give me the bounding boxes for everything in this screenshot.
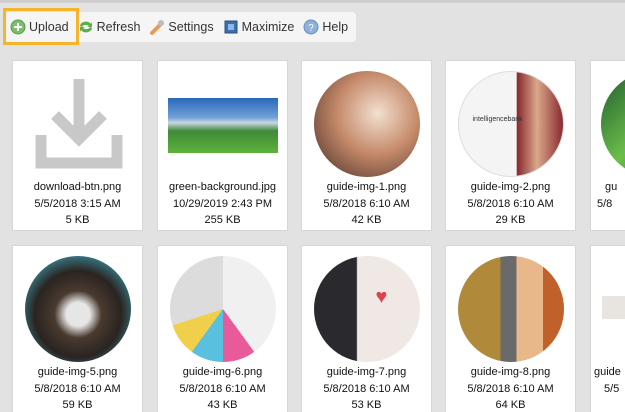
file-tile[interactable]: guide-img-6.png 5/8/2018 6:10 AM 43 KB	[157, 245, 288, 412]
file-tile[interactable]: guide-img-8.png 5/8/2018 6:10 AM 64 KB	[445, 245, 576, 412]
help-label: Help	[322, 20, 349, 34]
heart-balloon: ♥	[375, 286, 388, 308]
photo-thumbnail	[24, 256, 131, 362]
file-tile[interactable]: intelligencebank guide-img-2.png 5/8/2018…	[445, 60, 576, 231]
file-date: 5/8/2018 6:10 AM	[467, 197, 554, 210]
file-name: gu	[605, 181, 618, 193]
photo-thumbnail	[602, 296, 625, 319]
file-tile[interactable]: green-background.jpg 10/29/2019 2:43 PM 25…	[157, 60, 288, 231]
landscape-thumbnail	[168, 98, 278, 153]
logo: intelligencebank	[472, 116, 523, 123]
file-grid: download-btn.png 5/5/2018 3:15 AM 5 KB gre…	[0, 48, 625, 412]
file-date: 5/5	[604, 382, 620, 395]
help-button[interactable]: ? Help	[303, 19, 348, 35]
file-date: 5/8/2018 6:10 AM	[323, 382, 410, 395]
maximize-icon	[223, 19, 239, 35]
maximize-button[interactable]: Maximize	[223, 19, 295, 35]
settings-button[interactable]: Settings	[149, 19, 214, 35]
file-size: 59 KB	[62, 399, 93, 411]
file-name: green-background.jpg	[168, 181, 277, 193]
file-size: 255 KB	[204, 214, 241, 226]
photo-thumbnail	[601, 71, 625, 177]
file-date: 5/8/2018 6:10 AM	[323, 197, 410, 210]
file-tile[interactable]: download-btn.png 5/5/2018 3:15 AM 5 KB	[12, 60, 143, 231]
file-date: 5/8/2018 6:10 AM	[179, 382, 266, 395]
file-name: guide-img-2.png	[470, 181, 551, 193]
file-tile[interactable]: guide 5/5	[590, 245, 625, 412]
file-size: 5 KB	[65, 214, 90, 226]
file-date: 5/8	[597, 197, 613, 210]
help-icon: ?	[303, 19, 319, 35]
file-tile[interactable]: guide-img-1.png 5/8/2018 6:10 AM 42 KB	[301, 60, 432, 231]
file-name: guide-img-1.png	[326, 181, 407, 193]
wrench-icon	[149, 19, 165, 35]
file-name: guide	[594, 366, 621, 378]
file-name: download-btn.png	[33, 181, 122, 193]
svg-text:?: ?	[309, 23, 315, 34]
refresh-label: Refresh	[96, 20, 141, 34]
refresh-icon	[78, 19, 94, 35]
file-size: 42 KB	[351, 214, 382, 226]
file-name: guide-img-7.png	[326, 366, 407, 378]
photo-thumbnail	[169, 256, 276, 362]
download-icon	[35, 79, 123, 169]
settings-label: Settings	[168, 20, 214, 34]
file-tile[interactable]: gu 5/8	[590, 60, 625, 231]
file-name: guide-img-6.png	[182, 366, 263, 378]
maximize-label: Maximize	[241, 20, 295, 34]
file-name: guide-img-8.png	[470, 366, 551, 378]
window-border	[0, 0, 625, 3]
photo-thumbnail	[313, 71, 420, 177]
file-date: 5/5/2018 3:15 AM	[34, 197, 121, 210]
file-size: 64 KB	[495, 399, 526, 411]
file-date: 5/8/2018 6:10 AM	[467, 382, 554, 395]
file-size: 43 KB	[207, 399, 238, 411]
file-name: guide-img-5.png	[37, 366, 118, 378]
file-size: 53 KB	[351, 399, 382, 411]
refresh-button[interactable]: Refresh	[78, 19, 141, 35]
photo-thumbnail: intelligencebank	[457, 71, 564, 177]
file-tile[interactable]: ♥ guide-img-7.png 5/8/2018 6:10 AM 53 KB	[301, 245, 432, 412]
photo-thumbnail	[457, 256, 564, 362]
upload-highlight	[3, 8, 79, 45]
file-date: 10/29/2019 2:43 PM	[172, 197, 273, 210]
file-tile[interactable]: guide-img-5.png 5/8/2018 6:10 AM 59 KB	[12, 245, 143, 412]
file-date: 5/8/2018 6:10 AM	[34, 382, 121, 395]
file-size: 29 KB	[495, 214, 526, 226]
photo-thumbnail: ♥	[313, 256, 420, 362]
